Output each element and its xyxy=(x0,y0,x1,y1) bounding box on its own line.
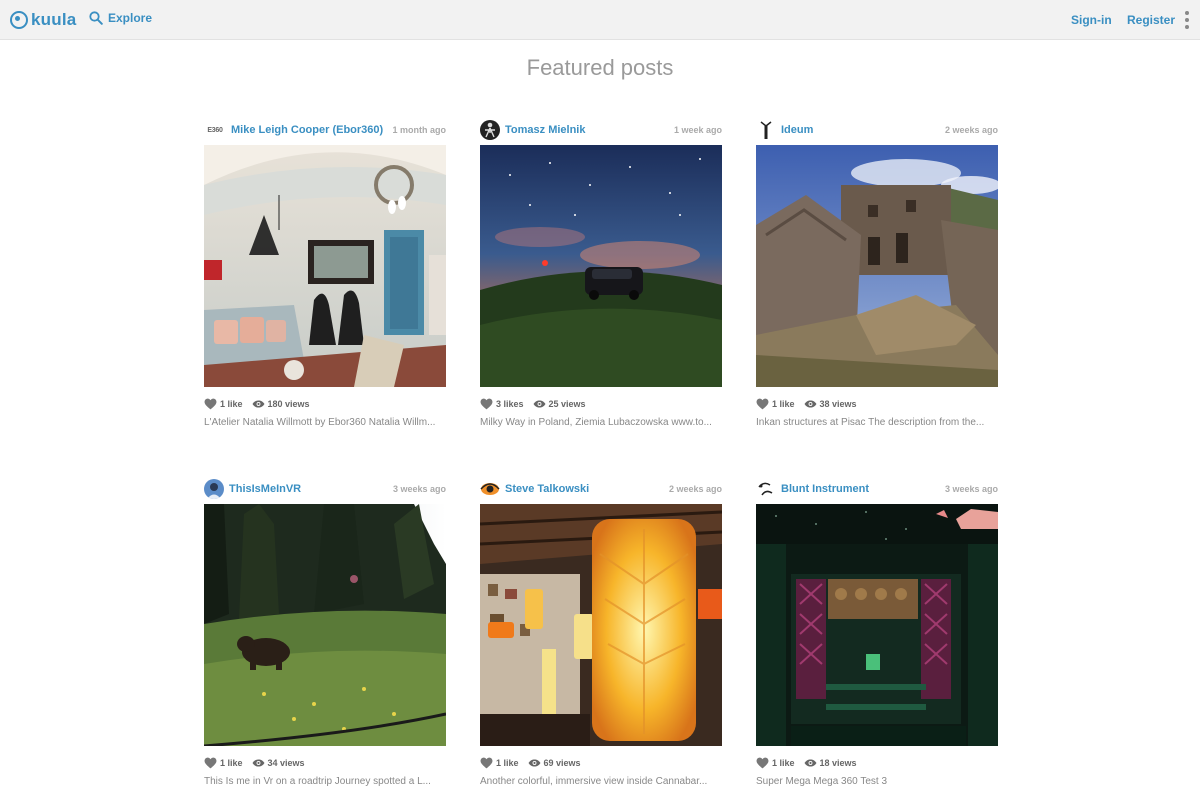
views-count: 18 views xyxy=(819,758,857,768)
eye-icon xyxy=(804,759,817,767)
author-link[interactable]: Ideum xyxy=(781,124,813,136)
post-time: 3 weeks ago xyxy=(944,484,998,494)
post-time: 1 month ago xyxy=(392,125,447,135)
post-time: 2 weeks ago xyxy=(944,125,998,135)
post-header: E360 Mike Leigh Cooper (Ebor360) 1 month… xyxy=(204,120,446,140)
person-silhouette-icon xyxy=(485,122,495,138)
likes-count: 1 like xyxy=(772,758,795,768)
blunt-instrument-logo-icon xyxy=(758,482,773,496)
post-stats: 1 like 38 views xyxy=(756,397,866,411)
post-card: Ideum 2 weeks ago 1 like 38 views Inkan … xyxy=(756,118,998,447)
likes-count: 1 like xyxy=(496,758,519,768)
post-thumbnail[interactable] xyxy=(480,504,722,746)
heart-icon[interactable] xyxy=(480,398,493,410)
likes-count: 3 likes xyxy=(496,399,524,409)
views-count: 69 views xyxy=(543,758,581,768)
post-stats: 1 like 18 views xyxy=(756,756,866,770)
post-card: Steve Talkowski 2 weeks ago 1 like 69 vi… xyxy=(480,477,722,806)
post-thumbnail[interactable] xyxy=(204,504,446,746)
heart-icon[interactable] xyxy=(204,757,217,769)
post-thumbnail[interactable] xyxy=(204,145,446,387)
post-header: Blunt Instrument 3 weeks ago xyxy=(756,479,998,499)
ideum-logo-icon xyxy=(760,121,772,139)
person-avatar-icon xyxy=(207,483,221,499)
likes-count: 1 like xyxy=(220,399,243,409)
post-time: 2 weeks ago xyxy=(668,484,722,494)
featured-posts-grid: E360 Mike Leigh Cooper (Ebor360) 1 month… xyxy=(204,118,998,806)
logo-text: kuula xyxy=(31,10,77,29)
user-avatar[interactable]: E360 xyxy=(204,120,226,140)
post-description[interactable]: Another colorful, immersive view inside … xyxy=(480,776,722,787)
post-header: Steve Talkowski 2 weeks ago xyxy=(480,479,722,499)
heart-icon[interactable] xyxy=(756,757,769,769)
search-icon xyxy=(89,11,103,25)
author-link[interactable]: Steve Talkowski xyxy=(505,483,589,495)
post-stats: 1 like 69 views xyxy=(480,756,590,770)
post-header: Tomasz Mielnik 1 week ago xyxy=(480,120,722,140)
explore-link[interactable]: Explore xyxy=(89,11,152,25)
author-link[interactable]: ThisIsMeInVR xyxy=(229,483,301,495)
post-header: ThisIsMeInVR 3 weeks ago xyxy=(204,479,446,499)
eye-icon xyxy=(533,400,546,408)
kuula-logo-icon xyxy=(10,11,28,29)
post-header: Ideum 2 weeks ago xyxy=(756,120,998,140)
user-avatar[interactable] xyxy=(480,479,500,499)
post-description[interactable]: Super Mega Mega 360 Test 3 xyxy=(756,776,998,787)
eye-icon xyxy=(252,759,265,767)
post-thumbnail[interactable] xyxy=(756,504,998,746)
post-description[interactable]: L'Atelier Natalia Willmott by Ebor360 Na… xyxy=(204,417,446,428)
post-thumbnail[interactable] xyxy=(756,145,998,387)
post-card: ThisIsMeInVR 3 weeks ago 1 like 34 views… xyxy=(204,477,446,806)
page-title: Featured posts xyxy=(526,55,674,80)
heart-icon[interactable] xyxy=(204,398,217,410)
views-count: 180 views xyxy=(267,399,310,409)
kuula-logo[interactable]: kuula xyxy=(10,9,76,31)
heart-icon[interactable] xyxy=(756,398,769,410)
post-card: E360 Mike Leigh Cooper (Ebor360) 1 month… xyxy=(204,118,446,447)
eye-icon xyxy=(528,759,541,767)
user-avatar[interactable] xyxy=(480,120,500,140)
author-link[interactable]: Tomasz Mielnik xyxy=(505,124,585,136)
post-stats: 1 like 34 views xyxy=(204,756,314,770)
post-card: Blunt Instrument 3 weeks ago 1 like 18 v… xyxy=(756,477,998,806)
user-avatar[interactable] xyxy=(756,120,776,140)
avatar-text: E360 xyxy=(207,126,223,134)
views-count: 25 views xyxy=(548,399,586,409)
post-description[interactable]: This Is me in Vr on a roadtrip Journey s… xyxy=(204,776,446,787)
post-time: 3 weeks ago xyxy=(392,484,446,494)
post-description[interactable]: Inkan structures at Pisac The descriptio… xyxy=(756,417,998,428)
post-card: Tomasz Mielnik 1 week ago 3 likes 25 vie… xyxy=(480,118,722,447)
likes-count: 1 like xyxy=(220,758,243,768)
views-count: 34 views xyxy=(267,758,305,768)
signin-link[interactable]: Sign-in xyxy=(1071,13,1112,27)
more-menu-icon[interactable] xyxy=(1184,11,1190,29)
likes-count: 1 like xyxy=(772,399,795,409)
post-stats: 1 like 180 views xyxy=(204,397,319,411)
post-thumbnail[interactable] xyxy=(480,145,722,387)
author-link[interactable]: Blunt Instrument xyxy=(781,483,869,495)
eye-icon xyxy=(252,400,265,408)
eye-logo-avatar-icon xyxy=(480,483,500,495)
user-avatar[interactable] xyxy=(756,479,776,499)
post-description[interactable]: Milky Way in Poland, Ziemia Lubaczowska … xyxy=(480,417,722,428)
post-stats: 3 likes 25 views xyxy=(480,397,595,411)
post-time: 1 week ago xyxy=(673,125,722,135)
register-link[interactable]: Register xyxy=(1127,13,1175,27)
top-navigation-bar: kuula Explore Sign-in Register xyxy=(0,0,1200,40)
views-count: 38 views xyxy=(819,399,857,409)
heart-icon[interactable] xyxy=(480,757,493,769)
explore-label: Explore xyxy=(108,11,153,25)
eye-icon xyxy=(804,400,817,408)
user-avatar[interactable] xyxy=(204,479,224,499)
author-link[interactable]: Mike Leigh Cooper (Ebor360) xyxy=(231,124,383,136)
